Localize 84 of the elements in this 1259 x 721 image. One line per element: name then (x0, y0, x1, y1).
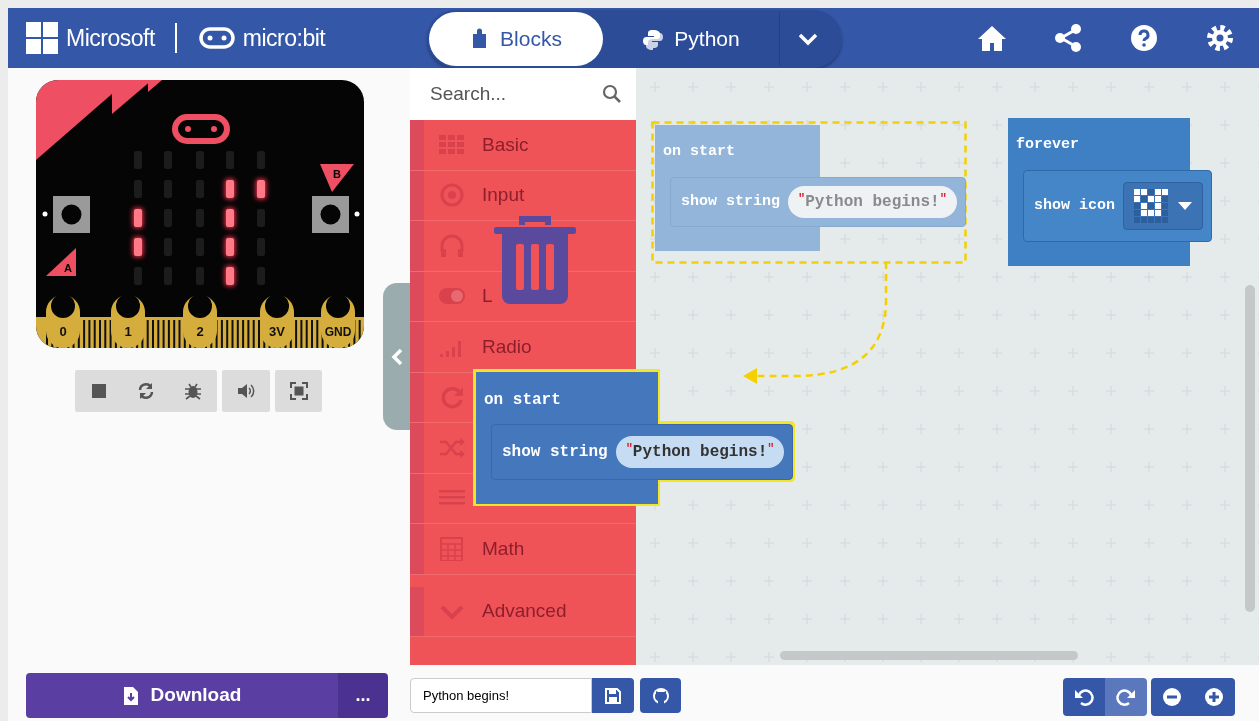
speaker-icon (237, 383, 255, 399)
snake-logo-icon (642, 28, 665, 50)
chevron-down-icon (797, 32, 818, 46)
statement-block[interactable]: show icon (1023, 170, 1212, 242)
category-color-strip (410, 221, 424, 271)
redo-icon (1116, 687, 1136, 707)
pin-label: 3V (269, 324, 285, 339)
pin-label: 2 (196, 324, 204, 339)
horizontal-scrollbar[interactable] (780, 651, 1078, 660)
pin-label: 0 (59, 324, 67, 339)
button-marker (46, 248, 76, 276)
undo-icon (1074, 687, 1094, 707)
github-button[interactable] (640, 678, 681, 713)
share-icon (1054, 24, 1082, 52)
block-label: forever (1015, 135, 1080, 155)
text-field[interactable]: "Python begins!" (788, 186, 957, 218)
led-pattern-icon (1134, 189, 1168, 223)
pin-label: GND (324, 325, 352, 339)
editor-tab[interactable]: Python (603, 12, 779, 66)
search-placeholder: Search... (430, 81, 507, 106)
download-file-icon (122, 685, 139, 706)
category-color-strip (410, 524, 424, 574)
event-block[interactable]: on start show string "Python begins!" (655, 125, 966, 251)
brand-name: Microsoft (66, 23, 155, 53)
more-button[interactable]: ... (338, 673, 388, 718)
category-color-strip (410, 120, 424, 170)
button-label: B (333, 168, 341, 180)
fullscreen-button[interactable] (275, 370, 322, 412)
help-icon (1130, 24, 1158, 52)
category-label[interactable]: Input (482, 181, 525, 210)
zoom-out-button[interactable] (1151, 678, 1193, 716)
category-label[interactable]: Basic (482, 130, 529, 159)
event-block[interactable]: forever show icon (1008, 118, 1212, 266)
search-icon (602, 84, 622, 104)
block-label: on start (483, 390, 562, 411)
settings-icon (1206, 24, 1234, 52)
windows-logo-icon (26, 22, 58, 54)
category-label[interactable]: L (482, 282, 493, 311)
category-label[interactable]: Radio (482, 332, 532, 361)
category-color-strip (410, 322, 424, 372)
refresh-icon (137, 382, 155, 400)
block-label: on start (662, 142, 736, 162)
collapse-handle[interactable] (383, 283, 410, 430)
statement-block[interactable]: show string "Python begins!" (491, 424, 794, 480)
sound-button[interactable] (222, 370, 270, 412)
bug-icon (184, 382, 203, 400)
push-button[interactable] (53, 196, 90, 233)
caret-icon (1178, 202, 1192, 210)
product-name: micro:bit (242, 23, 326, 53)
text-field[interactable]: "Python begins!" (615, 436, 785, 468)
icon-picker[interactable] (1123, 182, 1203, 230)
category-color-strip (410, 271, 424, 321)
download-button[interactable]: Download (26, 673, 338, 718)
microbit-logo-icon (198, 27, 235, 49)
category-color-strip (410, 473, 424, 523)
category-label[interactable]: Advanced (482, 596, 567, 626)
category-color-strip (410, 423, 424, 473)
statement-label: show icon (1034, 195, 1115, 216)
category-color-strip (410, 372, 424, 422)
button-marker (320, 164, 354, 192)
zoom-in-icon (1204, 687, 1224, 707)
category-label[interactable]: Math (482, 534, 525, 563)
event-block[interactable]: on start show string "Python begins!" (476, 372, 794, 504)
stop-icon (90, 383, 107, 399)
category-color-strip (410, 586, 424, 636)
statement-label: show string (681, 191, 781, 212)
zoom-out-icon (1162, 687, 1182, 707)
category-color-strip (410, 170, 424, 220)
chevron-left-icon (390, 347, 403, 366)
project-name-field[interactable]: Python begins! (410, 678, 592, 713)
statement-label: show string (502, 442, 608, 463)
button-label: A (64, 262, 72, 274)
undo-button[interactable] (1063, 678, 1105, 716)
fullscreen-icon (289, 382, 308, 400)
pin-label: 1 (124, 324, 132, 339)
vertical-scrollbar[interactable] (1245, 285, 1255, 612)
cat-silhouette-icon (651, 686, 670, 705)
push-button[interactable] (312, 196, 349, 233)
trash-icon (494, 215, 576, 305)
zoom-in-button[interactable] (1193, 678, 1235, 716)
statement-block[interactable]: show string "Python begins!" (670, 177, 966, 227)
editor-tab[interactable]: Blocks (429, 12, 603, 66)
home-icon (977, 24, 1007, 52)
save-button[interactable] (592, 678, 634, 713)
